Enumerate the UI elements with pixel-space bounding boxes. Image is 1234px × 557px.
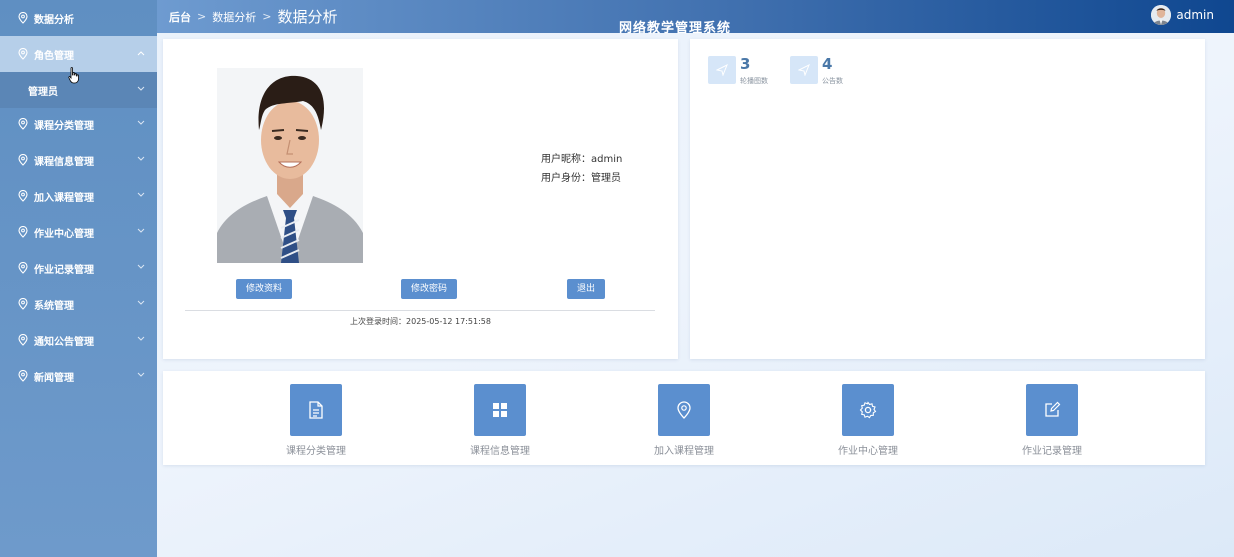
role-text: 用户身份：管理员 xyxy=(541,173,621,184)
chevron-up-icon xyxy=(137,51,145,56)
edit-profile-button[interactable]: 修改资料 xyxy=(236,279,293,299)
system-title: 网络教学管理系统 xyxy=(619,21,732,36)
location-pin-icon xyxy=(18,226,28,238)
sidebar-item-course-info[interactable]: 课程信息管理 xyxy=(0,142,157,178)
sidebar-item-data-analysis[interactable]: 数据分析 xyxy=(0,0,157,36)
sidebar-item-notices[interactable]: 通知公告管理 xyxy=(0,322,157,358)
sidebar-item-label: 系统管理 xyxy=(34,300,74,312)
quick-link-tile[interactable] xyxy=(842,384,894,436)
hand-cursor-icon xyxy=(68,67,79,84)
sidebar-item-label: 管理员 xyxy=(28,86,58,98)
breadcrumb-section[interactable]: 数据分析 xyxy=(212,9,256,25)
sidebar-item-label: 课程分类管理 xyxy=(34,120,94,132)
sidebar-item-course-category[interactable]: 课程分类管理 xyxy=(0,106,157,142)
avatar[interactable] xyxy=(1151,5,1172,25)
user-menu[interactable]: admin xyxy=(1151,5,1214,25)
sidebar-item-label: 作业记录管理 xyxy=(34,264,94,276)
sidebar-item-system[interactable]: 系统管理 xyxy=(0,286,157,322)
nickname-text: 用户昵称：admin xyxy=(541,154,623,165)
quick-link-label: 作业记录管理 xyxy=(1022,446,1082,457)
document-icon xyxy=(309,401,323,419)
user-info: 用户昵称：admin 用户身份：管理员 xyxy=(541,150,622,188)
quick-link-tile[interactable] xyxy=(290,384,342,436)
location-pin-icon xyxy=(18,334,28,346)
logout-button[interactable]: 退出 xyxy=(567,279,606,299)
stat-icon-box xyxy=(790,56,818,84)
chevron-down-icon xyxy=(137,264,145,269)
chevron-down-icon xyxy=(137,228,145,233)
breadcrumb-separator-icon: > xyxy=(262,10,272,23)
location-pin-icon xyxy=(18,262,28,274)
quick-link-join-course[interactable]: 加入课程管理 xyxy=(624,384,744,457)
quick-link-label: 加入课程管理 xyxy=(654,446,714,457)
quick-link-label: 课程分类管理 xyxy=(286,446,346,457)
sidebar-item-label: 新闻管理 xyxy=(34,372,74,384)
chevron-down-icon xyxy=(137,156,145,161)
chevron-down-icon xyxy=(137,336,145,341)
stat-value: 3 xyxy=(740,55,751,73)
chevron-down-icon xyxy=(137,86,145,91)
location-pin-icon xyxy=(18,118,28,130)
location-pin-icon xyxy=(18,190,28,202)
quick-link-tile[interactable] xyxy=(474,384,526,436)
gear-icon xyxy=(859,401,877,419)
username: admin xyxy=(1176,8,1214,22)
sidebar-item-join-course[interactable]: 加入课程管理 xyxy=(0,178,157,214)
stats-card: 3 轮播图数 4 公告数 xyxy=(690,39,1205,359)
user-portrait-image xyxy=(217,68,363,263)
quick-link-tile[interactable] xyxy=(1026,384,1078,436)
sidebar-item-label: 通知公告管理 xyxy=(34,336,94,348)
chevron-down-icon xyxy=(137,372,145,377)
last-login-time: 上次登录时间：2025-05-12 17:51:58 xyxy=(350,317,491,326)
sidebar-item-label: 角色管理 xyxy=(34,50,74,62)
top-header: 后台 > 数据分析 > 数据分析 网络教学管理系统 admin xyxy=(157,0,1234,36)
location-pin-icon xyxy=(677,401,691,419)
quick-link-course-category[interactable]: 课程分类管理 xyxy=(256,384,376,457)
breadcrumb-separator-icon: > xyxy=(197,10,207,23)
chevron-down-icon xyxy=(137,300,145,305)
breadcrumb: 后台 > 数据分析 > 数据分析 xyxy=(169,0,337,33)
grid-icon xyxy=(493,403,507,417)
sidebar-item-homework-records[interactable]: 作业记录管理 xyxy=(0,250,157,286)
quick-link-course-info[interactable]: 课程信息管理 xyxy=(440,384,560,457)
edit-icon xyxy=(1045,401,1061,417)
send-icon xyxy=(716,64,728,76)
quick-link-homework-center[interactable]: 作业中心管理 xyxy=(808,384,928,457)
chevron-down-icon xyxy=(137,120,145,125)
location-pin-icon xyxy=(18,298,28,310)
send-icon xyxy=(798,64,810,76)
quick-link-label: 作业中心管理 xyxy=(838,446,898,457)
user-avatar-icon xyxy=(1151,5,1172,25)
sidebar-item-label: 作业中心管理 xyxy=(34,228,94,240)
profile-photo xyxy=(217,68,363,263)
location-pin-icon xyxy=(18,48,28,60)
quick-link-homework-records[interactable]: 作业记录管理 xyxy=(992,384,1112,457)
quick-link-label: 课程信息管理 xyxy=(470,446,530,457)
sidebar-item-label: 加入课程管理 xyxy=(34,192,94,204)
breadcrumb-current: 数据分析 xyxy=(277,8,338,26)
change-password-button[interactable]: 修改密码 xyxy=(401,279,458,299)
location-pin-icon xyxy=(18,12,28,24)
sidebar-item-news[interactable]: 新闻管理 xyxy=(0,358,157,394)
quick-links-card: 课程分类管理 课程信息管理 加入课程管理 作业中心管理 作业记录管理 xyxy=(163,371,1205,465)
chevron-down-icon xyxy=(137,192,145,197)
breadcrumb-home[interactable]: 后台 xyxy=(169,9,191,25)
quick-link-tile[interactable] xyxy=(658,384,710,436)
profile-card: 用户昵称：admin 用户身份：管理员 修改资料 修改密码 退出 上次登录时间：… xyxy=(163,39,678,359)
sidebar-item-label: 课程信息管理 xyxy=(34,156,94,168)
location-pin-icon xyxy=(18,154,28,166)
location-pin-icon xyxy=(18,370,28,382)
sidebar-item-homework-center[interactable]: 作业中心管理 xyxy=(0,214,157,250)
stat-value: 4 xyxy=(822,55,833,73)
stat-label: 轮播图数 xyxy=(740,77,768,85)
divider xyxy=(185,310,655,311)
sidebar-item-label: 数据分析 xyxy=(34,14,74,26)
stat-icon-box xyxy=(708,56,736,84)
stat-label: 公告数 xyxy=(822,77,843,85)
